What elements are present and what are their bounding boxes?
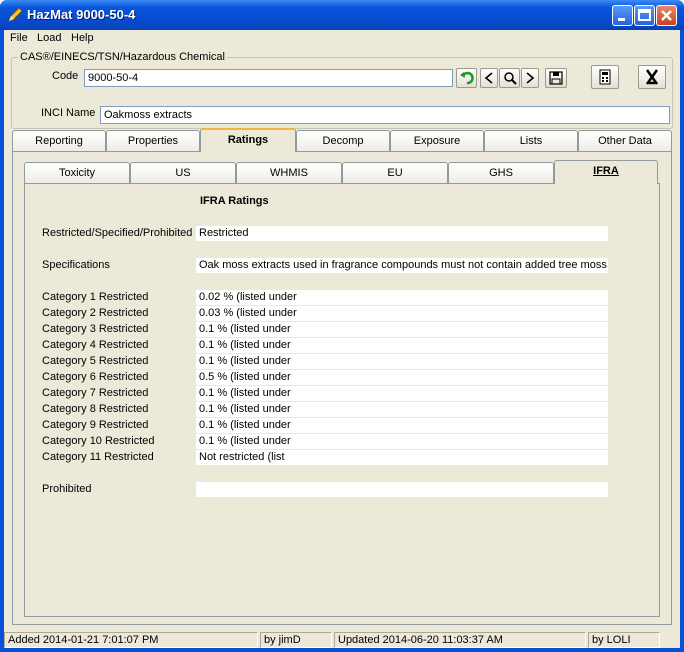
client-area: File Load Help CAS®/EINECS/TSN/Hazardous… [4,30,680,648]
category-field[interactable]: 0.1 % (listed under [196,322,608,337]
ifra-heading: IFRA Ratings [200,195,269,207]
tab-us[interactable]: US [130,162,236,184]
calculator-icon [599,69,611,85]
tab-exposure[interactable]: Exposure [390,130,484,152]
next-icon [526,72,535,84]
category-label: Category 8 Restricted [42,403,149,415]
minimize-icon [618,18,625,21]
search-button[interactable] [499,68,520,88]
inci-input[interactable]: Oakmoss extracts [100,106,670,124]
category-field[interactable]: 0.5 % (listed under [196,370,608,385]
status-added: Added 2014-01-21 7:01:07 PM [4,632,258,648]
category-field[interactable]: 0.1 % (listed under [196,386,608,401]
next-button[interactable] [521,68,539,88]
tab-ghs[interactable]: GHS [448,162,554,184]
category-label: Category 5 Restricted [42,355,149,367]
code-label: Code [52,70,79,82]
tab-ratings[interactable]: Ratings [200,128,296,152]
status-bar: Added 2014-01-21 7:01:07 PM by jimD Upda… [4,630,680,648]
prohibited-label: Prohibited [42,483,92,495]
tab-properties[interactable]: Properties [106,130,200,152]
prohibited-field[interactable] [196,482,608,497]
category-field[interactable]: Not restricted (list [196,450,608,465]
close-button[interactable] [656,5,677,26]
tab-lists[interactable]: Lists [484,130,578,152]
maximize-button[interactable] [634,5,655,26]
code-input[interactable]: 9000-50-4 [84,69,453,87]
category-label: Category 7 Restricted [42,387,149,399]
prev-icon [484,72,493,84]
category-field[interactable]: 0.1 % (listed under [196,402,608,417]
category-label: Category 10 Restricted [42,435,155,447]
category-field[interactable]: 0.03 % (listed under [196,306,608,321]
calculator-button[interactable] [591,65,619,89]
specifications-label: Specifications [42,259,110,271]
pencil-icon [8,7,23,22]
save-button[interactable] [545,68,567,88]
category-field[interactable]: 0.1 % (listed under [196,354,608,369]
category-label: Category 6 Restricted [42,371,149,383]
category-label: Category 2 Restricted [42,307,149,319]
title-bar[interactable]: HazMat 9000-50-4 [0,0,684,30]
status-added-by: by jimD [260,632,332,648]
tab-reporting[interactable]: Reporting [12,130,106,152]
minimize-button[interactable] [612,5,633,26]
menu-file[interactable]: File [10,32,28,44]
hazmat-button[interactable] [638,65,666,89]
groupbox-title: CAS®/EINECS/TSN/Hazardous Chemical [18,51,227,63]
menu-help[interactable]: Help [71,32,94,44]
hazmat-icon [645,69,659,85]
tab-ifra[interactable]: IFRA [554,160,658,184]
tab-decomp[interactable]: Decomp [296,130,390,152]
main-tabs: Reporting Properties Ratings Decomp Expo… [12,128,672,152]
inci-label: INCI Name [41,107,96,119]
undo-icon [459,71,474,85]
status-updated-by: by LOLI [588,632,660,648]
category-label: Category 9 Restricted [42,419,149,431]
restricted-field[interactable]: Restricted [196,226,608,241]
menu-bar: File Load Help [4,30,680,48]
tab-toxicity[interactable]: Toxicity [24,162,130,184]
tab-whmis[interactable]: WHMIS [236,162,342,184]
category-field[interactable]: 0.1 % (listed under [196,434,608,449]
status-updated: Updated 2014-06-20 11:03:37 AM [334,632,586,648]
menu-load[interactable]: Load [37,32,61,44]
window-title: HazMat 9000-50-4 [27,7,136,22]
save-icon [549,71,563,85]
prev-button[interactable] [480,68,498,88]
category-label: Category 4 Restricted [42,339,149,351]
sub-tabs: Toxicity US WHMIS EU GHS IFRA [24,160,660,184]
restricted-label: Restricted/Specified/Prohibited [42,227,193,239]
category-field[interactable]: 0.1 % (listed under [196,338,608,353]
close-icon [661,10,672,21]
category-field[interactable]: 0.1 % (listed under [196,418,608,433]
category-field[interactable]: 0.02 % (listed under [196,290,608,305]
category-label: Category 11 Restricted [42,451,154,463]
tab-eu[interactable]: EU [342,162,448,184]
app-window: HazMat 9000-50-4 File Load Help CAS®/EIN… [0,0,684,652]
category-label: Category 1 Restricted [42,291,149,303]
category-label: Category 3 Restricted [42,323,149,335]
tab-other-data[interactable]: Other Data [578,130,672,152]
maximize-icon [638,9,651,21]
search-icon [503,72,517,85]
undo-button[interactable] [456,68,477,88]
specifications-field[interactable]: Oak moss extracts used in fragrance comp… [196,258,608,273]
